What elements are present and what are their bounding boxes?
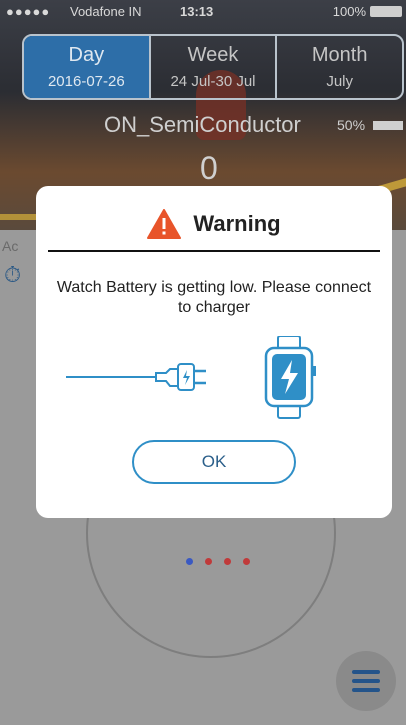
dialog-header: Warning bbox=[36, 208, 392, 240]
hamburger-menu-icon bbox=[352, 679, 380, 683]
tab-day[interactable]: Day 2016-07-26 bbox=[24, 36, 151, 98]
tab-label: Week bbox=[187, 44, 239, 66]
charger-plug-icon bbox=[66, 363, 206, 391]
tab-sub-label: 2016-07-26 bbox=[47, 73, 125, 90]
tab-label: Month bbox=[311, 44, 368, 66]
page-dot[interactable] bbox=[224, 558, 231, 565]
tab-sub-label: July bbox=[326, 73, 354, 90]
warning-triangle-icon bbox=[147, 209, 182, 239]
page-dot[interactable] bbox=[186, 558, 193, 565]
page-dot[interactable] bbox=[205, 558, 212, 565]
range-segmented-control: Day 2016-07-26 Week 24 Jul-30 Jul Month … bbox=[22, 34, 404, 100]
dialog-divider bbox=[48, 250, 380, 252]
clock: 13:13 bbox=[180, 4, 214, 19]
page-dot[interactable] bbox=[243, 558, 250, 565]
activity-label: Ac bbox=[2, 238, 19, 254]
hamburger-menu-icon bbox=[352, 688, 380, 692]
device-battery-percent: 50% bbox=[337, 117, 366, 133]
charging-illustration bbox=[66, 336, 316, 419]
device-battery-icon bbox=[373, 121, 403, 130]
timer-icon[interactable]: ⏱ bbox=[4, 262, 21, 288]
tab-sub-label: 24 Jul-30 Jul bbox=[170, 73, 256, 90]
tab-week[interactable]: Week 24 Jul-30 Jul bbox=[151, 36, 278, 98]
carrier-name: Vodafone IN bbox=[70, 4, 142, 19]
menu-button[interactable] bbox=[336, 651, 396, 711]
step-count: 0 bbox=[200, 150, 218, 186]
hamburger-menu-icon bbox=[352, 670, 380, 674]
ok-button[interactable]: OK bbox=[132, 440, 296, 484]
smartwatch-charging-icon bbox=[264, 336, 316, 419]
dialog-message: Watch Battery is getting low. Please con… bbox=[56, 279, 372, 316]
page-indicator bbox=[186, 558, 250, 565]
signal-strength: ●●●●● bbox=[6, 4, 51, 19]
status-bar: ●●●●● Vodafone IN 13:13 100% bbox=[0, 0, 406, 22]
tab-month[interactable]: Month July bbox=[277, 36, 402, 98]
tab-label: Day bbox=[68, 44, 105, 66]
device-name: ON_SemiConductor bbox=[104, 112, 301, 137]
warning-dialog: Warning Watch Battery is getting low. Pl… bbox=[36, 186, 392, 518]
battery-icon bbox=[370, 6, 402, 17]
battery-percent: 100% bbox=[332, 4, 366, 19]
dialog-title: Warning bbox=[193, 211, 281, 236]
